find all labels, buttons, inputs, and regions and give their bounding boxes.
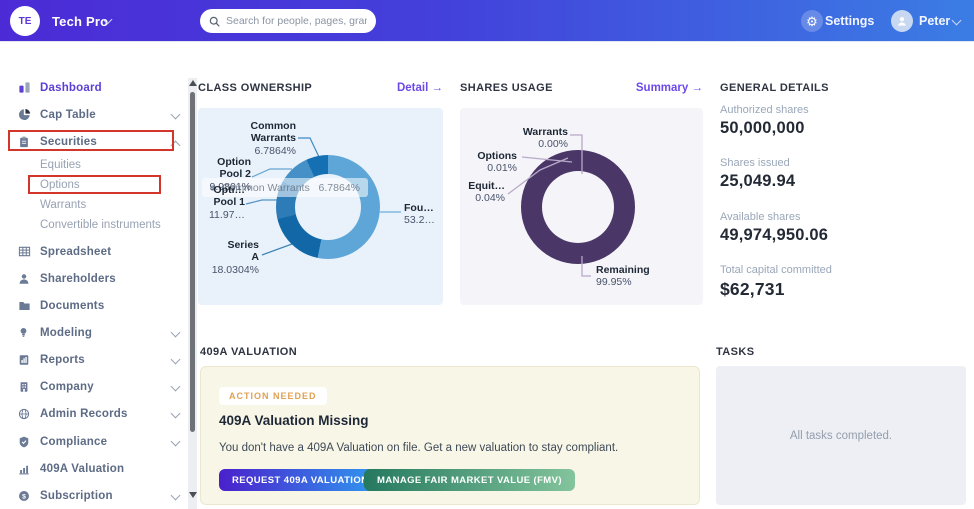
slice-label-remaining: Remaining 99.95% <box>596 264 650 289</box>
shield-check-icon <box>18 435 32 449</box>
settings-button[interactable]: ⚙ <box>801 10 823 32</box>
shares-usage-title: SHARES USAGE <box>460 82 553 94</box>
bar-chart-icon <box>18 462 32 476</box>
chevron-down-icon <box>170 327 181 338</box>
class-ownership-detail-link[interactable]: Detail → <box>397 82 443 94</box>
settings-label[interactable]: Settings <box>825 0 874 42</box>
arrow-right-icon: → <box>431 82 444 94</box>
sidebar-item-reports[interactable]: Reports <box>0 352 186 367</box>
sidebar-item-cap-table[interactable]: Cap Table <box>0 107 186 122</box>
slice-label-common-warrants: Common Warrants 6.7864% <box>250 120 297 157</box>
tasks-empty-message: All tasks completed. <box>789 429 893 442</box>
building-icon <box>18 380 32 394</box>
chevron-down-icon <box>170 408 181 419</box>
chevron-down-icon <box>170 354 181 365</box>
stat-total-capital-committed: Total capital committed $62,731 <box>720 264 832 299</box>
company-name: Tech Pro <box>52 13 109 29</box>
sidebar-item-company[interactable]: Company <box>0 379 186 394</box>
sidebar-item-409a-valuation[interactable]: 409A Valuation <box>0 461 186 476</box>
sidebar-item-convertible-instruments[interactable]: Convertible instruments <box>40 219 161 231</box>
general-details-title: GENERAL DETAILS <box>720 82 829 94</box>
chevron-down-icon[interactable] <box>951 15 962 26</box>
folder-icon <box>18 299 32 313</box>
user-avatar[interactable] <box>891 10 913 32</box>
pie-chart-icon <box>18 108 32 122</box>
sidebar-scrollbar-thumb[interactable] <box>190 92 195 432</box>
search-bar[interactable] <box>200 9 376 33</box>
valuation-409a-title: 409A VALUATION <box>200 346 298 358</box>
slice-label-options: Options 0.01% <box>477 150 517 175</box>
scroll-down-icon[interactable] <box>189 492 197 498</box>
shares-usage-header: SHARES USAGE Summary → <box>460 82 703 94</box>
sidebar-item-dashboard[interactable]: Dashboard <box>0 80 186 95</box>
shares-usage-summary-link[interactable]: Summary → <box>636 82 703 94</box>
lightbulb-icon <box>18 326 32 340</box>
class-ownership-header: CLASS OWNERSHIP Detail → <box>198 82 443 94</box>
action-needed-badge: ACTION NEEDED <box>219 387 327 405</box>
dollar-circle-icon: $ <box>18 489 32 503</box>
class-ownership-card: Common Warrants 6.7864% Common Warrants … <box>198 108 443 305</box>
chevron-up-icon <box>170 140 181 151</box>
tooltip-value: 6.7864% <box>318 181 360 194</box>
top-bar: TE Tech Pro ⚙ Settings Peter <box>0 0 974 42</box>
sidebar-item-spreadsheet[interactable]: Spreadsheet <box>0 244 186 259</box>
sidebar-item-shareholders[interactable]: Shareholders <box>0 271 186 286</box>
globe-icon <box>18 407 32 421</box>
sidebar-item-options[interactable]: Options <box>40 179 80 191</box>
clipboard-icon <box>18 135 32 149</box>
sidebar-item-modeling[interactable]: Modeling <box>0 325 186 340</box>
sidebar-item-subscription[interactable]: $ Subscription <box>0 488 186 503</box>
tasks-card: All tasks completed. <box>716 366 966 505</box>
slice-label-series-a: Series A 18.0304% <box>211 239 259 276</box>
gear-icon: ⚙ <box>806 13 818 29</box>
valuation-409a-card: ACTION NEEDED 409A Valuation Missing You… <box>200 366 700 505</box>
slice-label-founders: Fou… 53.2… <box>404 202 435 227</box>
class-ownership-title: CLASS OWNERSHIP <box>198 82 313 94</box>
request-409a-valuation-button[interactable]: REQUEST 409A VALUATION <box>219 469 382 491</box>
manage-fmv-button[interactable]: MANAGE FAIR MARKET VALUE (FMV) <box>364 469 575 491</box>
shares-usage-donut-hole <box>542 171 614 243</box>
sidebar-item-documents[interactable]: Documents <box>0 298 186 313</box>
stat-available-shares: Available shares 49,974,950.06 <box>720 211 829 244</box>
sidebar-item-securities[interactable]: Securities <box>0 134 186 151</box>
stat-authorized-shares: Authorized shares 50,000,000 <box>720 104 809 137</box>
slice-label-equity: Equit… 0.04% <box>468 180 505 205</box>
person-icon <box>18 272 32 286</box>
chevron-down-icon <box>170 381 181 392</box>
chevron-down-icon <box>170 109 181 120</box>
stat-shares-issued: Shares issued 25,049.94 <box>720 157 796 190</box>
company-switcher[interactable]: Tech Pro <box>52 0 108 42</box>
search-icon <box>209 16 220 27</box>
dashboard-icon <box>18 81 32 95</box>
sidebar-item-warrants[interactable]: Warrants <box>40 199 86 211</box>
slice-label-option-pool-1: Opti… Pool 1 11.97… <box>209 184 245 221</box>
chevron-down-icon <box>170 490 181 501</box>
chevron-down-icon <box>170 436 181 447</box>
search-input[interactable] <box>226 15 367 27</box>
sidebar-item-equities[interactable]: Equities <box>40 159 81 171</box>
scroll-up-icon[interactable] <box>189 80 197 86</box>
valuation-missing-heading: 409A Valuation Missing <box>219 413 369 428</box>
slice-label-warrants: Warrants 0.00% <box>522 126 568 151</box>
report-icon <box>18 353 32 367</box>
person-icon <box>898 16 906 26</box>
valuation-missing-body: You don't have a 409A Valuation on file.… <box>219 442 619 454</box>
user-name[interactable]: Peter <box>919 0 950 42</box>
sidebar-item-admin-records[interactable]: Admin Records <box>0 406 186 421</box>
arrow-right-icon: → <box>691 82 704 94</box>
tasks-title: TASKS <box>716 346 755 358</box>
company-avatar[interactable]: TE <box>10 6 40 36</box>
spreadsheet-icon <box>18 245 32 259</box>
sidebar-item-compliance[interactable]: Compliance <box>0 434 186 449</box>
svg-text:$: $ <box>22 493 26 500</box>
shares-usage-card: Warrants 0.00% Options 0.01% Equit… 0.04… <box>460 108 703 305</box>
